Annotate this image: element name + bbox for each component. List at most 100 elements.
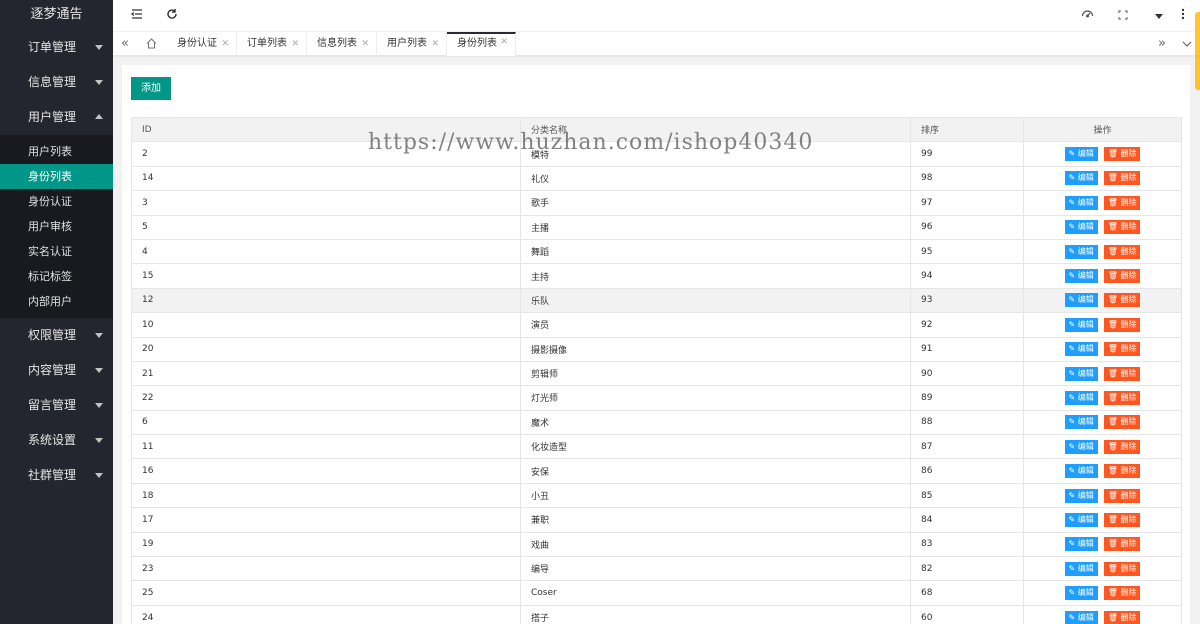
edit-button[interactable]: ✎ 编辑 (1064, 512, 1098, 527)
add-button[interactable]: 添加 (131, 77, 171, 100)
delete-button[interactable]: 🗑 删除 (1103, 537, 1141, 552)
edit-button[interactable]: ✎ 编辑 (1064, 415, 1098, 430)
edit-button[interactable]: ✎ 编辑 (1064, 561, 1098, 576)
delete-button[interactable]: 🗑 删除 (1103, 269, 1141, 284)
chevron-down-icon (95, 473, 103, 478)
header-id[interactable]: ID (131, 116, 521, 143)
more-icon[interactable] (1175, 8, 1191, 24)
delete-button[interactable]: 🗑 删除 (1103, 220, 1141, 235)
home-tab-icon[interactable] (139, 32, 163, 56)
delete-button[interactable]: 🗑 删除 (1103, 293, 1141, 308)
sidebar-group[interactable]: 订单管理 (0, 30, 113, 65)
close-icon[interactable]: ✕ (221, 32, 229, 56)
header-sort[interactable]: 排序 (910, 116, 1024, 143)
edit-button[interactable]: ✎ 编辑 (1064, 488, 1098, 503)
delete-button[interactable]: 🗑 删除 (1103, 561, 1141, 576)
tab[interactable]: 用户列表 ✕ (377, 32, 447, 56)
cell-sort: 68 (910, 580, 1024, 606)
header-category-name[interactable]: 分类名称 (520, 116, 911, 143)
table-row: 19 戏曲 83 ✎ 编辑 🗑 删除 (131, 531, 1182, 558)
delete-button[interactable]: 🗑 删除 (1103, 147, 1141, 162)
delete-button[interactable]: 🗑 删除 (1103, 610, 1141, 624)
close-icon[interactable]: ✕ (500, 32, 508, 52)
edit-button[interactable]: ✎ 编辑 (1064, 366, 1098, 381)
delete-button[interactable]: 🗑 删除 (1103, 317, 1141, 332)
cell-actions: ✎ 编辑 🗑 删除 (1023, 409, 1182, 436)
edit-button[interactable]: ✎ 编辑 (1064, 269, 1098, 284)
edit-button[interactable]: ✎ 编辑 (1064, 610, 1098, 624)
sidebar-item[interactable]: 身份列表 (0, 164, 113, 189)
edit-button[interactable]: ✎ 编辑 (1064, 147, 1098, 162)
shrink-sidebar-icon[interactable] (129, 8, 145, 24)
table-row: 21 剪辑师 90 ✎ 编辑 🗑 删除 (131, 360, 1182, 387)
sidebar-group[interactable]: 留言管理 (0, 388, 113, 423)
cell-category-name: 灯光师 (520, 385, 911, 411)
side-handle[interactable] (1195, 12, 1200, 90)
delete-button[interactable]: 🗑 删除 (1103, 439, 1141, 454)
edit-button[interactable]: ✎ 编辑 (1064, 464, 1098, 479)
edit-button[interactable]: ✎ 编辑 (1064, 342, 1098, 357)
sidebar-item[interactable]: 用户审核 (0, 214, 113, 239)
delete-button[interactable]: 🗑 删除 (1103, 171, 1141, 186)
edit-button[interactable]: ✎ 编辑 (1064, 293, 1098, 308)
sidebar-item[interactable]: 实名认证 (0, 239, 113, 264)
edit-button[interactable]: ✎ 编辑 (1064, 390, 1098, 405)
sidebar-group[interactable]: 信息管理 (0, 65, 113, 100)
cell-sort: 87 (910, 434, 1024, 460)
delete-button[interactable]: 🗑 删除 (1103, 195, 1141, 210)
sidebar-group[interactable]: 内容管理 (0, 353, 113, 388)
edit-button[interactable]: ✎ 编辑 (1064, 171, 1098, 186)
edit-button[interactable]: ✎ 编辑 (1064, 537, 1098, 552)
cell-actions: ✎ 编辑 🗑 删除 (1023, 385, 1182, 411)
cell-sort: 99 (910, 141, 1024, 167)
cell-actions: ✎ 编辑 🗑 删除 (1023, 287, 1182, 314)
cell-id: 12 (131, 287, 521, 314)
delete-button[interactable]: 🗑 删除 (1103, 415, 1141, 430)
edit-button[interactable]: ✎ 编辑 (1064, 244, 1098, 259)
delete-button[interactable]: 🗑 删除 (1103, 464, 1141, 479)
tabs-scroll-left-icon[interactable]: « (113, 32, 137, 56)
sidebar-group[interactable]: 权限管理 (0, 318, 113, 353)
table-row: 14 礼仪 98 ✎ 编辑 🗑 删除 (131, 165, 1182, 192)
edit-button[interactable]: ✎ 编辑 (1064, 317, 1098, 332)
delete-button[interactable]: 🗑 删除 (1103, 488, 1141, 503)
sidebar-item[interactable]: 身份认证 (0, 189, 113, 214)
edit-button[interactable]: ✎ 编辑 (1064, 439, 1098, 454)
tab[interactable]: 信息列表 ✕ (307, 32, 377, 56)
close-icon[interactable]: ✕ (291, 32, 299, 56)
cell-sort: 84 (910, 507, 1024, 533)
close-icon[interactable]: ✕ (431, 32, 439, 56)
sidebar-item[interactable]: 标记标签 (0, 264, 113, 289)
cell-sort: 97 (910, 190, 1024, 216)
refresh-icon[interactable] (164, 8, 180, 24)
tab[interactable]: 订单列表 ✕ (237, 32, 307, 56)
cell-id: 10 (131, 312, 521, 338)
table-header-row: ID 分类名称 排序 操作 (131, 116, 1182, 143)
cell-id: 11 (131, 434, 521, 460)
fullscreen-icon[interactable] (1115, 8, 1131, 24)
delete-button[interactable]: 🗑 删除 (1103, 512, 1141, 527)
sidebar-group[interactable]: 用户管理 (0, 100, 113, 135)
table-row: 4 舞蹈 95 ✎ 编辑 🗑 删除 (131, 238, 1182, 265)
sidebar-group[interactable]: 系统设置 (0, 423, 113, 458)
cell-category-name: 演员 (520, 312, 911, 338)
tab[interactable]: 身份认证 ✕ (167, 32, 237, 56)
delete-button[interactable]: 🗑 删除 (1103, 366, 1141, 381)
close-icon[interactable]: ✕ (361, 32, 369, 56)
tabs-scroll-right-icon[interactable]: » (1150, 32, 1174, 56)
chevron-down-icon (95, 45, 103, 50)
delete-button[interactable]: 🗑 删除 (1103, 342, 1141, 357)
delete-button[interactable]: 🗑 删除 (1103, 586, 1141, 601)
delete-button[interactable]: 🗑 删除 (1103, 244, 1141, 259)
edit-button[interactable]: ✎ 编辑 (1064, 586, 1098, 601)
sidebar-item[interactable]: 用户列表 (0, 139, 113, 164)
edit-button[interactable]: ✎ 编辑 (1064, 220, 1098, 235)
user-dropdown-icon[interactable] (1151, 8, 1167, 24)
sidebar-item[interactable]: 内部用户 (0, 289, 113, 314)
chevron-down-icon (95, 438, 103, 443)
edit-button[interactable]: ✎ 编辑 (1064, 195, 1098, 210)
delete-button[interactable]: 🗑 删除 (1103, 390, 1141, 405)
sidebar-group[interactable]: 社群管理 (0, 458, 113, 493)
theme-icon[interactable] (1079, 8, 1095, 24)
tab[interactable]: 身份列表 ✕ (447, 32, 516, 56)
